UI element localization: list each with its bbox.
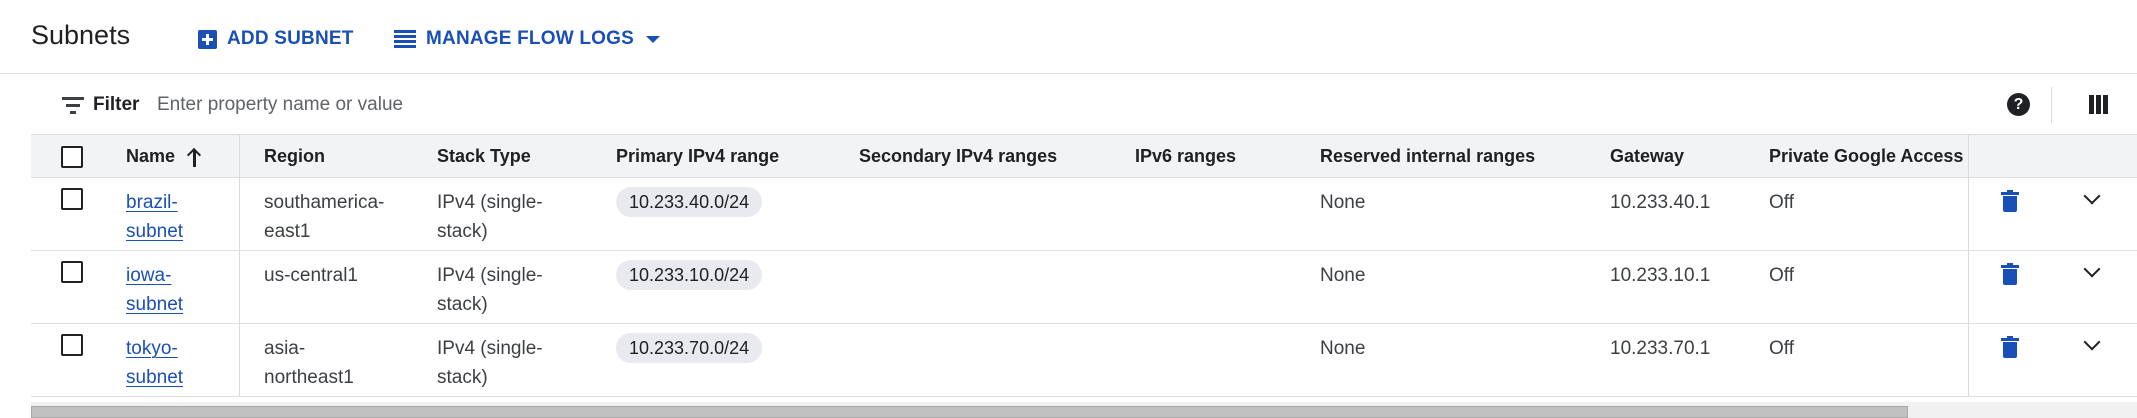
horizontal-scrollbar-thumb[interactable] (31, 406, 1908, 418)
region-line: east1 (264, 221, 311, 242)
chevron-down-icon[interactable] (2084, 192, 2100, 208)
list-icon (394, 30, 416, 48)
stack-type-line: stack) (437, 221, 488, 242)
region-line: southamerica- (264, 192, 385, 213)
stack-type-line: IPv4 (single- (437, 338, 543, 359)
help-icon[interactable]: ? (2007, 93, 2030, 116)
add-subnet-button[interactable]: ADD SUBNET (198, 24, 354, 54)
page-title: Subnets (31, 20, 131, 50)
stack-type-line: stack) (437, 367, 488, 388)
stack-type-line: IPv4 (single- (437, 192, 543, 213)
subnet-name-line[interactable]: subnet (126, 217, 196, 246)
subnet-name-link[interactable]: brazil- subnet (126, 188, 196, 246)
trash-icon[interactable] (2001, 336, 2019, 358)
region-line: asia- (264, 338, 306, 359)
manage-flow-logs-label: MANAGE FLOW LOGS (426, 28, 634, 49)
stack-type-line: stack) (437, 294, 488, 315)
column-header-name[interactable]: Name (126, 135, 175, 178)
gateway-cell: 10.233.40.1 (1610, 192, 1711, 213)
column-header-stack-type[interactable]: Stack Type (437, 135, 531, 178)
private-google-access-cell: Off (1769, 192, 1794, 213)
column-divider (239, 324, 240, 397)
subnet-name-line[interactable]: iowa- (126, 261, 196, 290)
reserved-internal-cell: None (1320, 192, 1366, 213)
subnet-name-line[interactable]: subnet (126, 290, 196, 319)
chevron-down-icon[interactable] (2084, 338, 2100, 354)
subnet-name-line[interactable]: tokyo- (126, 334, 196, 363)
region-cell: southamerica- east1 (264, 188, 384, 246)
table-row: iowa- subnet us-central1 IPv4 (single- s… (31, 251, 2137, 324)
private-google-access-cell: Off (1769, 338, 1794, 359)
stack-type-cell: IPv4 (single- stack) (437, 188, 543, 246)
subnet-name-link[interactable]: iowa- subnet (126, 261, 196, 319)
subnet-name-line[interactable]: brazil- (126, 188, 196, 217)
reserved-internal-cell: None (1320, 265, 1366, 286)
row-checkbox[interactable] (61, 188, 83, 210)
gateway-cell: 10.233.70.1 (1610, 338, 1711, 359)
stack-type-cell: IPv4 (single- stack) (437, 261, 543, 319)
column-header-gateway[interactable]: Gateway (1610, 135, 1684, 178)
subnet-name-link[interactable]: tokyo- subnet (126, 334, 196, 392)
filter-bar: Filter ? (31, 75, 2137, 135)
page-header: Subnets ADD SUBNET MANAGE FLOW LOGS (0, 0, 2137, 74)
trash-icon[interactable] (2001, 190, 2019, 212)
column-display-icon[interactable] (2089, 95, 2108, 114)
column-header-secondary-ipv4[interactable]: Secondary IPv4 ranges (859, 135, 1057, 178)
primary-ipv4-chip: 10.233.40.0/24 (616, 187, 763, 217)
column-divider (1968, 135, 1969, 178)
column-divider (239, 178, 240, 251)
private-google-access-cell: Off (1769, 265, 1794, 286)
column-divider (239, 135, 240, 178)
primary-ipv4-chip: 10.233.70.0/24 (616, 333, 763, 363)
filter-label: Filter (93, 94, 140, 115)
column-header-region[interactable]: Region (264, 135, 325, 178)
filter-icon[interactable] (62, 97, 84, 114)
column-divider (239, 251, 240, 324)
stack-type-cell: IPv4 (single- stack) (437, 334, 543, 392)
table-row: brazil- subnet southamerica- east1 IPv4 … (31, 178, 2137, 251)
select-all-checkbox[interactable] (61, 146, 83, 168)
column-header-private-google-access[interactable]: Private Google Access (1769, 135, 1963, 178)
column-divider (1968, 251, 1969, 324)
column-divider (1968, 178, 1969, 251)
primary-ipv4-chip: 10.233.10.0/24 (616, 260, 763, 290)
add-box-icon (198, 29, 217, 49)
column-header-reserved-internal[interactable]: Reserved internal ranges (1320, 135, 1535, 178)
row-checkbox[interactable] (61, 261, 83, 283)
reserved-internal-cell: None (1320, 338, 1366, 359)
caret-down-icon (645, 35, 660, 43)
column-header-ipv6[interactable]: IPv6 ranges (1135, 135, 1236, 178)
region-cell: us-central1 (264, 261, 358, 290)
stack-type-line: IPv4 (single- (437, 265, 543, 286)
gateway-cell: 10.233.10.1 (1610, 265, 1711, 286)
table-row: tokyo- subnet asia- northeast1 IPv4 (sin… (31, 324, 2137, 397)
table-header-row: Name Region Stack Type Primary IPv4 rang… (31, 135, 2137, 178)
region-line: us-central1 (264, 265, 358, 286)
column-header-primary-ipv4[interactable]: Primary IPv4 range (616, 135, 779, 178)
filter-input[interactable] (157, 89, 1257, 121)
row-checkbox[interactable] (61, 334, 83, 356)
manage-flow-logs-button[interactable]: MANAGE FLOW LOGS (394, 24, 660, 54)
subnet-name-line[interactable]: subnet (126, 363, 196, 392)
region-line: northeast1 (264, 367, 354, 388)
subnets-table: Name Region Stack Type Primary IPv4 rang… (31, 135, 2137, 397)
trash-icon[interactable] (2001, 263, 2019, 285)
region-cell: asia- northeast1 (264, 334, 354, 392)
arrow-up-icon[interactable] (186, 147, 202, 167)
toolbar-divider (2051, 87, 2052, 123)
chevron-down-icon[interactable] (2084, 265, 2100, 281)
column-divider (1968, 324, 1969, 397)
add-subnet-label: ADD SUBNET (227, 28, 354, 49)
